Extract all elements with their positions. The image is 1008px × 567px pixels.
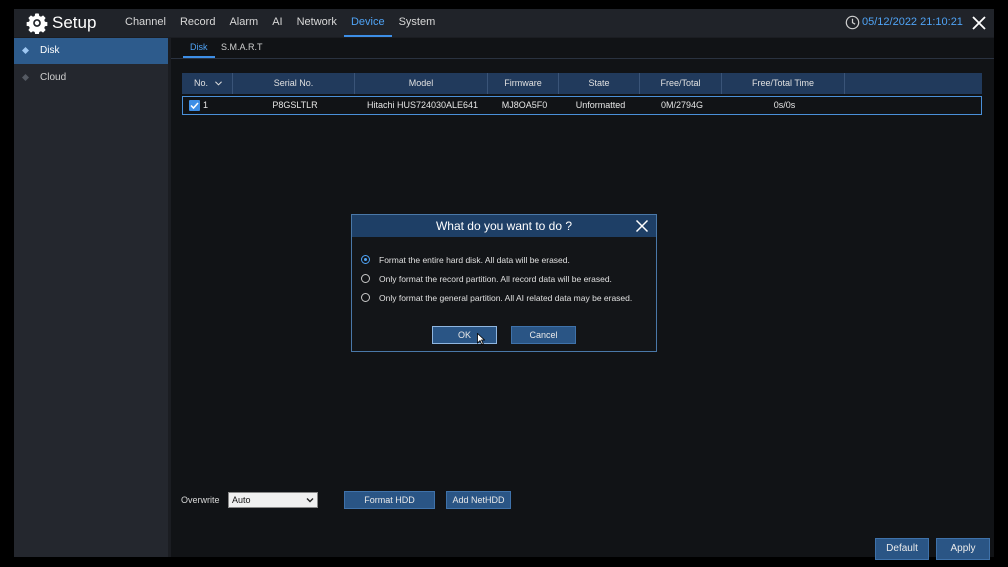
overwrite-select[interactable]: Auto xyxy=(228,492,318,508)
subtab-bar: Disk S.M.A.R.T xyxy=(171,38,994,59)
cell-state: Unformatted xyxy=(575,100,626,110)
format-hdd-button[interactable]: Format HDD xyxy=(344,491,435,509)
cell-no: 1 xyxy=(203,100,209,110)
apply-button[interactable]: Apply xyxy=(936,538,990,560)
main-nav: Channel Record Alarm AI Network Device S… xyxy=(118,9,442,37)
tab-smart[interactable]: S.M.A.R.T xyxy=(214,38,270,58)
cell-serial: P8GSLTLR xyxy=(272,100,318,110)
nav-ai[interactable]: AI xyxy=(265,9,289,37)
add-nethdd-button[interactable]: Add NetHDD xyxy=(446,491,511,509)
overwrite-label: Overwrite xyxy=(181,495,220,505)
col-serial: Serial No. xyxy=(233,73,355,94)
close-icon[interactable] xyxy=(971,15,987,31)
nav-device[interactable]: Device xyxy=(343,9,392,37)
col-model: Model xyxy=(355,73,488,94)
default-button[interactable]: Default xyxy=(875,538,929,560)
close-icon[interactable] xyxy=(635,219,649,233)
col-state: State xyxy=(559,73,640,94)
nav-system[interactable]: System xyxy=(392,9,443,37)
cell-firmware: MJ8OA5F0 xyxy=(501,100,548,110)
tab-disk[interactable]: Disk xyxy=(183,38,215,58)
gear-icon xyxy=(26,13,48,34)
sidebar-item-label: Cloud xyxy=(40,72,67,83)
sidebar: Disk Cloud xyxy=(14,38,168,557)
cell-free-total: 0M/2794G xyxy=(660,100,704,110)
nav-channel[interactable]: Channel xyxy=(118,9,173,37)
radio-icon[interactable] xyxy=(361,293,370,302)
col-free-total: Free/Total xyxy=(640,73,722,94)
radio-selected-icon[interactable] xyxy=(361,255,370,264)
sidebar-item-label: Disk xyxy=(40,45,60,56)
format-dialog: What do you want to do ? Format the enti… xyxy=(351,214,657,352)
app-title: Setup xyxy=(52,13,97,32)
mouse-cursor-icon xyxy=(477,333,485,345)
cancel-button[interactable]: Cancel xyxy=(511,326,576,344)
nav-record[interactable]: Record xyxy=(173,9,222,37)
radio-icon[interactable] xyxy=(361,274,370,283)
cell-model: Hitachi HUS724030ALE641 xyxy=(366,100,479,110)
option-label: Only format the record partition. All re… xyxy=(379,274,612,284)
datetime: 05/12/2022 21:10:21 xyxy=(862,16,963,28)
option-label: Format the entire hard disk. All data wi… xyxy=(379,255,570,265)
option-label: Only format the general partition. All A… xyxy=(379,293,633,303)
cell-free-total-time: 0s/0s xyxy=(773,100,796,110)
nav-alarm[interactable]: Alarm xyxy=(222,9,265,37)
col-firmware: Firmware xyxy=(488,73,559,94)
cloud-icon xyxy=(22,74,29,81)
chevron-down-icon xyxy=(306,498,314,503)
disk-icon xyxy=(22,47,29,54)
sidebar-item-cloud[interactable]: Cloud xyxy=(14,65,168,91)
clock-icon xyxy=(845,15,860,30)
table-row[interactable]: 1 P8GSLTLR Hitachi HUS724030ALE641 MJ8OA… xyxy=(182,96,982,115)
row-checkbox[interactable] xyxy=(189,100,200,111)
col-no-label: No. xyxy=(194,78,209,88)
chevron-down-icon xyxy=(215,81,222,86)
nav-network[interactable]: Network xyxy=(290,9,344,37)
ok-button[interactable]: OK xyxy=(432,326,497,344)
col-no[interactable]: No. xyxy=(182,73,233,94)
dialog-header: What do you want to do ? xyxy=(352,215,656,237)
table-header: No. Serial No. Model Firmware State Free… xyxy=(182,73,982,94)
sidebar-item-disk[interactable]: Disk xyxy=(14,38,168,64)
dialog-title: What do you want to do ? xyxy=(435,219,573,233)
overwrite-value: Auto xyxy=(232,495,251,505)
top-bar: Setup Channel Record Alarm AI Network De… xyxy=(14,9,994,37)
col-free-total-time: Free/Total Time xyxy=(722,73,845,94)
